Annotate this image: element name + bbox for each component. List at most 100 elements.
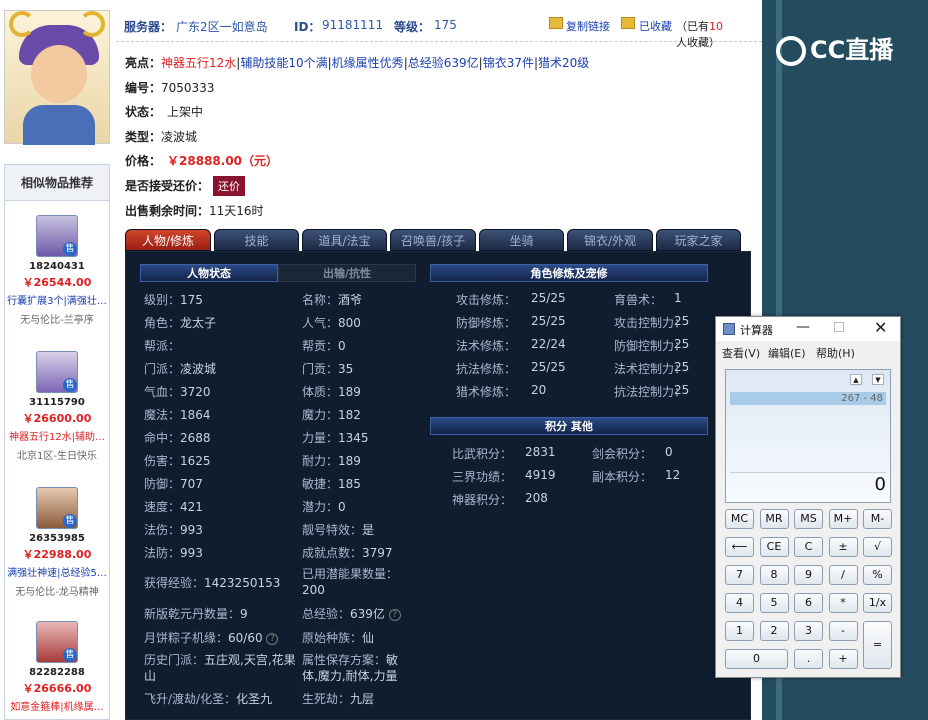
stat-label: 获得经验： <box>144 576 205 590</box>
menu-view[interactable]: 查看(V) <box>722 345 760 361</box>
calculator-icon <box>723 323 735 335</box>
highlights-label: 亮点： <box>125 56 162 70</box>
stat-label: 魔法： <box>144 408 181 422</box>
tab-character[interactable]: 人物/修炼 <box>125 229 211 251</box>
mr-button[interactable]: MR <box>759 509 789 529</box>
digit-6-button[interactable]: 6 <box>794 593 823 613</box>
divide-button[interactable]: / <box>828 565 858 585</box>
tab-outfits[interactable]: 锦衣/外观 <box>567 229 653 251</box>
add-button[interactable]: + <box>828 649 858 669</box>
ms-button[interactable]: MS <box>794 509 823 529</box>
m-plus-button[interactable]: M+ <box>828 509 858 529</box>
item-thumbnail[interactable]: 售 <box>36 621 78 663</box>
menu-edit[interactable]: 编辑(E) <box>768 345 806 361</box>
digit-1-button[interactable]: 1 <box>725 621 754 641</box>
stat-row: 速度：421 <box>144 498 203 515</box>
highlight-tag[interactable]: 锦衣37件 <box>483 56 534 70</box>
digit-9-button[interactable]: 9 <box>794 565 823 585</box>
item-tags[interactable]: 行囊扩展3个|满强壮… <box>5 292 109 307</box>
menu-help[interactable]: 帮助(H) <box>816 345 855 361</box>
tab-items[interactable]: 道具/法宝 <box>302 229 387 251</box>
digit-5-button[interactable]: 5 <box>759 593 789 613</box>
item-tags[interactable]: 满强壮神速|总经验5… <box>5 564 109 579</box>
stat-value: 2831 <box>525 445 556 459</box>
section-char-state[interactable]: 人物状态 <box>140 264 278 282</box>
calculator-titlebar[interactable]: 计算器 — ✕ <box>716 317 900 341</box>
type-row: 类型：凌波城 <box>125 128 197 145</box>
negate-button[interactable]: ± <box>828 537 858 557</box>
list-item[interactable]: 售 18240431 ￥26544.00 行囊扩展3个|满强壮… 无与伦比-兰亭… <box>5 215 109 326</box>
history-line[interactable]: 267 - 48 <box>730 392 886 405</box>
help-icon[interactable]: ? <box>266 632 279 645</box>
highlight-tag[interactable]: 辅助技能10个满 <box>240 56 327 70</box>
item-price: ￥26600.00 <box>22 412 92 425</box>
decimal-button[interactable]: . <box>794 649 823 669</box>
maximize-icon[interactable] <box>834 322 844 332</box>
tab-summons[interactable]: 召唤兽/孩子 <box>390 229 476 251</box>
equals-button[interactable]: = <box>863 621 892 669</box>
scroll-up-icon[interactable]: ▲ <box>850 374 862 385</box>
stat-value: 0 <box>338 339 346 353</box>
item-thumbnail[interactable]: 售 <box>36 487 78 529</box>
minimize-icon[interactable]: — <box>796 319 810 335</box>
stat-value: 九层 <box>350 692 375 706</box>
stat-label: 法伤： <box>144 523 181 537</box>
digit-2-button[interactable]: 2 <box>759 621 789 641</box>
help-icon[interactable]: ? <box>388 608 401 621</box>
subtract-button[interactable]: - <box>828 621 858 641</box>
copy-link-button[interactable]: 复制链接 <box>566 18 610 34</box>
stat-value: 3797 <box>362 546 393 560</box>
stat-label: 月饼粽子机缘： <box>144 631 229 645</box>
result-display: 0 <box>874 474 886 495</box>
ce-button[interactable]: CE <box>759 537 789 557</box>
stat-label: 角色： <box>144 316 181 330</box>
sqrt-button[interactable]: √ <box>863 537 892 557</box>
reciprocal-button[interactable]: 1/x <box>863 593 892 613</box>
calculator-window[interactable]: 计算器 — ✕ 查看(V) 编辑(E) 帮助(H) ▲ ▼ 267 - 48 0… <box>715 316 901 678</box>
stat-row: 魔力：182 <box>302 406 361 423</box>
highlight-tag[interactable]: 猎术20级 <box>538 56 589 70</box>
item-price: ￥26544.00 <box>22 276 92 289</box>
mc-button[interactable]: MC <box>725 509 754 529</box>
tab-skills[interactable]: 技能 <box>214 229 299 251</box>
bargain-button[interactable]: 还价 <box>213 176 246 196</box>
highlight-tag[interactable]: 神器五行12水 <box>161 56 236 70</box>
highlight-tag[interactable]: 总经验639亿 <box>408 56 479 70</box>
item-tags[interactable]: 如意金箍棒|机缘属… <box>5 698 109 713</box>
stat-value: 22/24 <box>531 337 566 351</box>
clear-button[interactable]: C <box>794 537 823 557</box>
section-outside[interactable]: 出输/抗性 <box>278 264 416 282</box>
control-row: 法术控制力： 25 <box>614 360 689 377</box>
item-thumbnail[interactable]: 售 <box>36 351 78 393</box>
collect-suffix: 人收藏） <box>676 36 720 49</box>
list-item[interactable]: 售 26353985 ￥22988.00 满强壮神速|总经验5… 无与伦比-龙马… <box>5 487 109 598</box>
collected-button[interactable]: 已收藏 <box>639 18 672 34</box>
stat-label: 防御修炼： <box>456 316 517 330</box>
backspace-button[interactable]: ⟵ <box>725 537 754 557</box>
character-panel: 人物状态 出输/抗性 角色修炼及宠修 积分 其他 级别：175 角色：龙太子 帮派：… <box>125 251 751 720</box>
points-row: 三界功绩： 4919 <box>452 468 556 485</box>
scroll-down-icon[interactable]: ▼ <box>872 374 884 385</box>
percent-button[interactable]: % <box>863 565 892 585</box>
list-item[interactable]: 售 31115790 ￥26600.00 神器五行12水|辅助… 北京1区-生日… <box>5 351 109 462</box>
digit-0-button[interactable]: 0 <box>725 649 788 669</box>
close-icon[interactable]: ✕ <box>874 318 887 337</box>
list-item[interactable]: 售 82282288 ￥26666.00 如意金箍棒|机缘属… <box>5 621 109 713</box>
cultivation-row: 抗法修炼： 25/25 <box>456 360 566 377</box>
digit-7-button[interactable]: 7 <box>725 565 754 585</box>
tab-home[interactable]: 玩家之家 <box>656 229 741 251</box>
copy-link-icon[interactable] <box>549 17 563 29</box>
stat-value: 仙 <box>362 631 375 645</box>
item-tags[interactable]: 神器五行12水|辅助… <box>5 428 109 443</box>
item-thumbnail[interactable]: 售 <box>36 215 78 257</box>
digit-4-button[interactable]: 4 <box>725 593 754 613</box>
multiply-button[interactable]: * <box>828 593 858 613</box>
digit-3-button[interactable]: 3 <box>794 621 823 641</box>
tab-mounts[interactable]: 坐骑 <box>479 229 564 251</box>
m-minus-button[interactable]: M- <box>863 509 892 529</box>
highlight-tag[interactable]: 机缘属性优秀 <box>332 56 404 70</box>
digit-8-button[interactable]: 8 <box>759 565 789 585</box>
stat-label: 三界功绩： <box>452 470 513 484</box>
favorite-icon[interactable] <box>621 17 635 29</box>
collect-count: 10 <box>709 20 723 33</box>
